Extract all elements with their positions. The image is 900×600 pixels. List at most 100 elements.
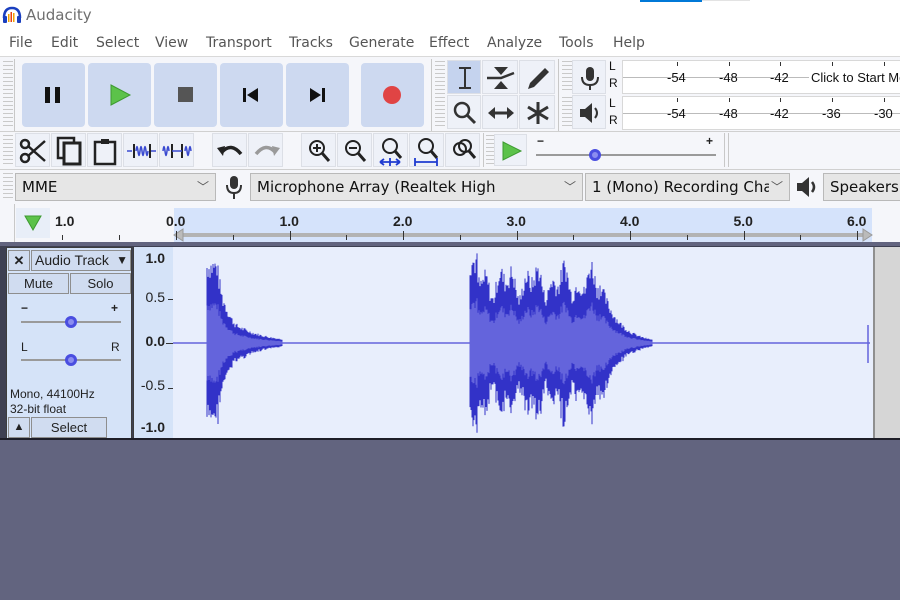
play-head-button[interactable]	[16, 208, 50, 238]
mute-button[interactable]: Mute	[8, 273, 69, 294]
pause-icon	[45, 87, 60, 103]
ruler-major-tick	[630, 231, 631, 240]
menu-transport[interactable]: Transport	[206, 35, 272, 51]
time-shift-tool-button[interactable]	[482, 95, 518, 129]
zoom-out-button[interactable]	[337, 133, 372, 167]
track-name-menu[interactable]: Audio Track ▼	[31, 250, 131, 271]
waveform-display[interactable]	[173, 247, 873, 439]
play-at-speed-button[interactable]	[494, 134, 527, 166]
draw-tool-button[interactable]	[519, 60, 555, 94]
ruler-label: 6.0	[847, 213, 867, 229]
selection-tool-button[interactable]	[447, 60, 481, 94]
ruler-minor-tick	[62, 235, 63, 240]
zoom-tool-button[interactable]	[447, 95, 481, 129]
ruler-minor-tick	[686, 235, 688, 240]
amplitude-label: -1.0	[140, 419, 165, 435]
pan-right-label: R	[111, 340, 120, 354]
menu-tools[interactable]: Tools	[559, 35, 594, 51]
triangle-down-icon: ▼	[116, 253, 128, 267]
fit-selection-icon	[379, 138, 403, 166]
gain-slider[interactable]	[65, 316, 77, 328]
redo-button[interactable]	[248, 133, 283, 167]
record-meter-tick: -54	[667, 70, 686, 85]
silence-button[interactable]	[159, 133, 194, 167]
playback-meter-tick: -36	[822, 106, 841, 121]
scissors-icon	[19, 138, 46, 164]
multi-tool-button[interactable]	[519, 95, 555, 129]
microphone-icon	[226, 176, 242, 199]
solo-button[interactable]: Solo	[70, 273, 131, 294]
zoom-toggle-button[interactable]	[445, 133, 480, 167]
menu-select[interactable]: Select	[96, 35, 139, 51]
record-icon	[383, 86, 401, 104]
recording-device-select[interactable]: Microphone Array (Realtek High ﹀	[250, 173, 583, 201]
zoom-in-button[interactable]	[301, 133, 336, 167]
fit-selection-button[interactable]	[373, 133, 408, 167]
window-accent-secondary	[702, 0, 750, 1]
skip-to-start-button[interactable]	[220, 63, 283, 127]
recording-channels-select[interactable]: 1 (Mono) Recording Char ﹀	[585, 173, 790, 201]
playback-meter-tick: -48	[719, 106, 738, 121]
ruler-major-tick	[403, 231, 404, 240]
stop-button[interactable]	[154, 63, 217, 127]
device-toolbar-grip[interactable]	[3, 173, 13, 201]
close-track-button[interactable]: ✕	[8, 250, 30, 271]
timeline-end-marker[interactable]	[861, 228, 873, 242]
playback-meter-button[interactable]	[572, 95, 606, 129]
envelope-tool-button[interactable]	[482, 60, 518, 94]
separator	[431, 59, 432, 131]
menu-effect[interactable]: Effect	[429, 35, 469, 51]
pause-button[interactable]	[22, 63, 85, 127]
play-button[interactable]	[88, 63, 151, 127]
ruler-major-tick	[743, 231, 745, 240]
menu-file[interactable]: File	[9, 35, 32, 51]
menu-help[interactable]: Help	[613, 35, 645, 51]
fit-project-button[interactable]	[409, 133, 444, 167]
audio-host-select[interactable]: MME ﹀	[15, 173, 216, 201]
speaker-icon	[580, 103, 598, 123]
menu-analyze[interactable]: Analyze	[487, 35, 542, 51]
playback-meter-tick: -42	[770, 106, 789, 121]
playback-device-select[interactable]: Speakers (R	[823, 173, 900, 201]
tools-toolbar-grip[interactable]	[435, 61, 445, 129]
recording-channels-value: 1 (Mono) Recording Char	[592, 178, 779, 196]
timeline-start-marker[interactable]	[173, 228, 185, 242]
menu-generate[interactable]: Generate	[349, 35, 414, 51]
edit-toolbar-grip[interactable]	[3, 135, 13, 165]
undo-icon	[217, 145, 243, 156]
menu-edit[interactable]: Edit	[51, 35, 78, 51]
close-icon: ✕	[13, 253, 25, 268]
timeline-bar	[176, 233, 864, 237]
separator	[558, 59, 559, 131]
timeline-ruler[interactable]: 1.0 0.0 1.0 2.0 3.0 4.0 5.0 6.0	[0, 204, 900, 242]
zoom-in-icon	[309, 140, 331, 162]
record-meter[interactable]: -54 -48 -42 Click to Start Monitoring	[622, 60, 900, 94]
playback-meter[interactable]: -54 -48 -42 -36 -30	[622, 96, 900, 130]
playback-speed-slider[interactable]	[589, 149, 602, 161]
playback-meter-grip[interactable]	[562, 97, 572, 129]
magnifier-icon	[453, 101, 477, 125]
select-track-button[interactable]: Select	[31, 417, 107, 438]
playback-device-value: Speakers (R	[830, 178, 900, 196]
record-button[interactable]	[361, 63, 424, 127]
record-meter-grip[interactable]	[562, 61, 572, 91]
track-control-panel[interactable]: ✕ Audio Track ▼ Mute Solo − + L R Mono, …	[6, 247, 132, 439]
stop-icon	[178, 87, 193, 102]
amplitude-ruler[interactable]: 1.0 0.5 0.0 -0.5 -1.0	[133, 247, 173, 439]
collapse-track-button[interactable]: ▲	[8, 417, 30, 438]
skip-to-end-button[interactable]	[286, 63, 349, 127]
paste-button[interactable]	[87, 133, 122, 167]
start-monitoring-prompt[interactable]: Click to Start Monitoring	[809, 70, 900, 85]
transport-toolbar-grip[interactable]	[3, 61, 13, 129]
track-format-info: Mono, 44100Hz	[10, 387, 95, 401]
menu-view[interactable]: View	[155, 35, 188, 51]
copy-button[interactable]	[51, 133, 86, 167]
record-meter-button[interactable]	[572, 60, 606, 94]
track-area: ✕ Audio Track ▼ Mute Solo − + L R Mono, …	[0, 242, 900, 440]
undo-button[interactable]	[212, 133, 247, 167]
pan-slider[interactable]	[65, 354, 77, 366]
skip-to-end-icon	[310, 88, 325, 102]
trim-button[interactable]	[123, 133, 158, 167]
cut-button[interactable]	[15, 133, 50, 167]
menu-tracks[interactable]: Tracks	[289, 35, 333, 51]
